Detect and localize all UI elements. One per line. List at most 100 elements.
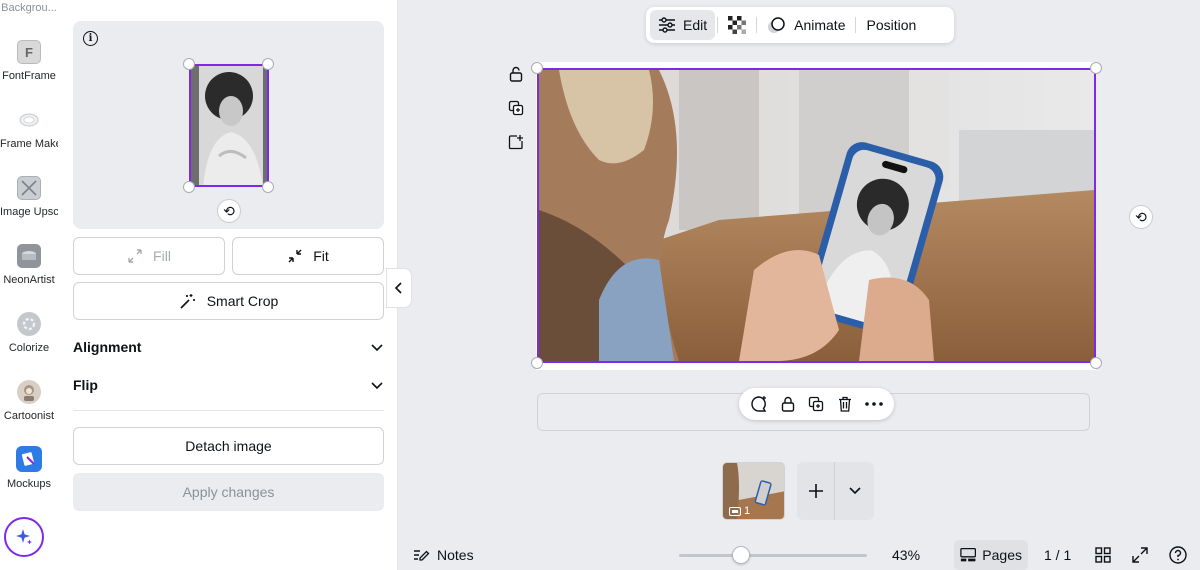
pages-label: Pages — [982, 547, 1022, 563]
chevron-left-icon — [394, 282, 402, 294]
rail-item-fontframe[interactable]: F FontFrame — [0, 40, 58, 82]
rail-item-label: FontFrame — [2, 70, 56, 82]
image-upscaler-app-icon — [17, 176, 41, 200]
page-thumbnail-number: 1 — [729, 505, 750, 517]
add-page-button[interactable] — [797, 462, 835, 520]
resize-handle[interactable] — [1090, 62, 1102, 74]
add-page-icon[interactable] — [507, 133, 525, 151]
crop-handle[interactable] — [183, 181, 195, 193]
crop-handle[interactable] — [183, 58, 195, 70]
frame-crop-preview: i ⟲ — [73, 21, 384, 229]
editor-footer: Notes 43% Pages 1 / 1 — [398, 540, 1200, 570]
detach-image-button[interactable]: Detach image — [73, 427, 384, 465]
resize-handle[interactable] — [531, 357, 543, 369]
notes-button[interactable]: Notes — [413, 547, 474, 563]
help-icon[interactable] — [1169, 546, 1187, 564]
transparency-checker-icon — [728, 16, 747, 34]
plus-icon — [808, 484, 823, 498]
rail-item-partial-label: Backgrou... — [1, 2, 57, 14]
lock-icon[interactable] — [777, 393, 799, 415]
comment-add-icon[interactable] — [748, 393, 770, 415]
sparkle-icon — [16, 529, 32, 545]
flip-label: Flip — [73, 377, 98, 393]
page-thumbnail[interactable]: 1 — [722, 462, 785, 520]
flip-section-toggle[interactable]: Flip — [73, 374, 384, 396]
rail-item-mockups[interactable]: Mockups — [0, 446, 58, 490]
chevron-down-icon — [848, 487, 861, 495]
edit-button[interactable]: Edit — [650, 10, 716, 40]
notes-pencil-icon — [414, 550, 430, 561]
rail-item-neonartist[interactable]: NeonArtist — [0, 244, 58, 286]
animate-circles-icon — [768, 17, 785, 33]
collapse-panel-button[interactable] — [386, 268, 412, 308]
rotate-icon[interactable]: ⟲ — [1129, 205, 1153, 229]
smart-crop-button[interactable]: Smart Crop — [73, 282, 384, 320]
add-page-options-button[interactable] — [835, 462, 874, 520]
more-options-icon[interactable] — [863, 393, 885, 415]
fontframe-app-icon: F — [17, 40, 41, 64]
alignment-label: Alignment — [73, 339, 142, 355]
zoom-slider-thumb[interactable] — [732, 546, 751, 564]
trash-icon[interactable] — [834, 393, 856, 415]
fill-button-label: Fill — [153, 248, 171, 264]
mockups-app-icon — [16, 446, 42, 472]
shrink-arrows-icon — [288, 249, 302, 263]
frame-image-thumbnail[interactable] — [189, 64, 269, 187]
apply-changes-button[interactable]: Apply changes — [73, 473, 384, 511]
info-icon[interactable]: i — [83, 31, 98, 46]
rotate-icon[interactable]: ⟲ — [217, 199, 241, 223]
sliders-icon — [659, 17, 675, 33]
resize-handle[interactable] — [531, 62, 543, 74]
lock-page-icon[interactable] — [507, 65, 525, 83]
transparency-button[interactable] — [720, 10, 754, 40]
smart-crop-label: Smart Crop — [206, 293, 279, 309]
grid-view-icon[interactable] — [1094, 546, 1112, 564]
rail-item-colorize[interactable]: Colorize — [0, 312, 58, 354]
rail-item-image-upscaler[interactable]: Image Upsc... — [0, 176, 58, 218]
add-page-control — [797, 462, 874, 520]
section-divider — [73, 410, 384, 411]
resize-handle[interactable] — [1090, 357, 1102, 369]
position-button[interactable]: Position — [858, 10, 924, 40]
rail-item-cartoonist[interactable]: Cartoonist — [0, 380, 58, 422]
rail-item-label: NeonArtist — [3, 274, 55, 286]
frame-edit-panel: i ⟲ Fill Fit Smart Crop Alignment Flip D… — [58, 0, 398, 570]
fullscreen-icon[interactable] — [1131, 546, 1149, 564]
frame-maker-app-icon — [17, 108, 41, 132]
alignment-section-toggle[interactable]: Alignment — [73, 336, 384, 358]
edit-label: Edit — [683, 17, 708, 33]
neonartist-app-icon — [17, 244, 41, 268]
element-context-menu — [739, 388, 894, 420]
magic-assistant-button[interactable] — [4, 517, 44, 557]
chevron-down-icon — [371, 344, 383, 352]
pages-toggle-button[interactable]: Pages — [954, 540, 1028, 570]
fit-button[interactable]: Fit — [232, 237, 384, 275]
fill-button[interactable]: Fill — [73, 237, 225, 275]
duplicate-page-icon[interactable] — [507, 99, 525, 117]
rail-item-frame-maker[interactable]: Frame Maker — [0, 108, 58, 150]
rail-item-label: Image Upsc... — [0, 206, 58, 218]
rail-item-label: Frame Maker — [0, 138, 58, 150]
animate-button[interactable]: Animate — [759, 10, 853, 40]
apply-changes-label: Apply changes — [182, 484, 275, 500]
fit-button-label: Fit — [313, 248, 329, 264]
cartoonist-app-icon — [17, 380, 41, 404]
toolbar-separator — [855, 17, 857, 33]
toolbar-separator — [717, 17, 719, 33]
expand-arrows-icon — [128, 249, 142, 263]
rail-item-label: Mockups — [6, 478, 52, 490]
zoom-level-button[interactable]: 43% — [892, 547, 920, 563]
chevron-down-icon — [371, 382, 383, 390]
detach-image-label: Detach image — [185, 438, 272, 454]
position-label: Position — [866, 17, 917, 33]
pages-layout-icon — [960, 548, 977, 562]
rail-item-label: Cartoonist — [3, 410, 55, 422]
toolbar-separator — [756, 17, 758, 33]
crop-handle[interactable] — [262, 181, 274, 193]
crop-handle[interactable] — [262, 58, 274, 70]
rail-item-label: Colorize — [8, 342, 50, 354]
selected-photo-element[interactable] — [537, 68, 1096, 363]
zoom-slider-track[interactable] — [679, 554, 867, 557]
duplicate-icon[interactable] — [805, 393, 827, 415]
app-rail: Backgrou... F FontFrame Frame Maker Imag… — [0, 0, 58, 570]
